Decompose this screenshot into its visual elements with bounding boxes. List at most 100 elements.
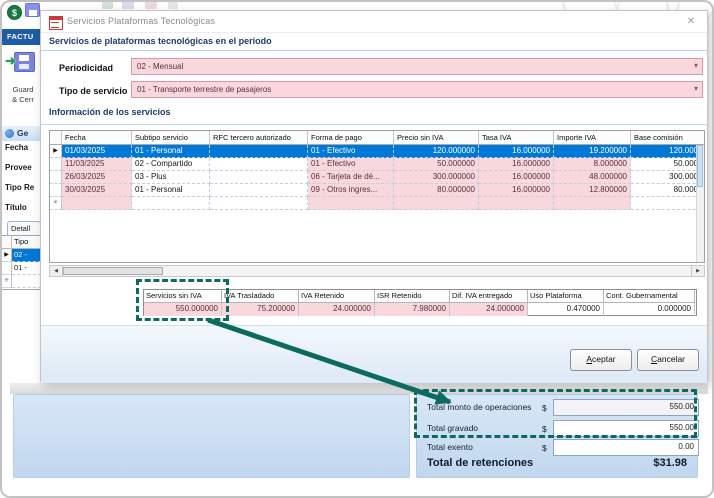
- aceptar-button[interactable]: Aceptar: [570, 349, 632, 371]
- column-header-subtipo-servicio[interactable]: Subtipo servicio: [132, 131, 210, 145]
- mini-grid-cell[interactable]: 01 -: [12, 262, 41, 275]
- grid-row-3[interactable]: 26/03/202503 - Plus 06 - Tarjeta de dé...…: [50, 171, 704, 184]
- grid-row-4[interactable]: 30/03/202501 - Personal 09 - Otros ingres…: [50, 184, 704, 197]
- grid-cell[interactable]: [210, 158, 308, 171]
- grid-cell[interactable]: 11/03/2025: [62, 158, 132, 171]
- scroll-left-icon[interactable]: ◀: [50, 266, 63, 276]
- mini-grid-row[interactable]: 01 -: [2, 262, 41, 275]
- grid-cell[interactable]: 01 - Efectivo: [308, 145, 394, 158]
- grid-cell[interactable]: [210, 184, 308, 197]
- section-divider: [41, 124, 707, 125]
- grid-cell[interactable]: 16.000000: [479, 145, 554, 158]
- column-header-base-comisi-n[interactable]: Base comisión: [631, 131, 705, 145]
- services-grid-header: FechaSubtipo servicioRFC tercero autoriz…: [50, 131, 704, 145]
- general-section-icon: [5, 129, 14, 138]
- periodicidad-combo[interactable]: 02 - Mensual ▾: [131, 58, 703, 75]
- grid-cell[interactable]: 01 - Personal: [132, 145, 210, 158]
- column-header-tasa-iva[interactable]: Tasa IVA: [479, 131, 554, 145]
- tab-detalle[interactable]: Detall: [7, 221, 41, 235]
- column-header-forma-de-pago[interactable]: Forma de pago: [308, 131, 394, 145]
- field-label-titulo: Título: [5, 203, 41, 212]
- mini-grid-new-row[interactable]: ✳: [2, 275, 41, 288]
- services-grid-body: ▶01/03/202501 - Personal01 - Efectivo120…: [50, 145, 704, 210]
- grid-cell[interactable]: [210, 197, 308, 210]
- grid-cell[interactable]: 16.000000: [479, 158, 554, 171]
- mini-grid-header-row: Tipo: [2, 236, 41, 249]
- grid-cell[interactable]: [479, 197, 554, 210]
- summary-column-iva-trasladado: IVA Trasladado: [222, 290, 299, 303]
- summary-value: 0.000000: [604, 303, 695, 316]
- grid-cell[interactable]: 50.000000: [394, 158, 479, 171]
- general-section-label: Ge: [17, 128, 28, 138]
- grid-row-1[interactable]: ▶01/03/202501 - Personal01 - Efectivo120…: [50, 145, 704, 158]
- grid-cell[interactable]: 8.000000: [554, 158, 631, 171]
- grid-cell[interactable]: [394, 197, 479, 210]
- row-selector-icon: ▶: [50, 145, 62, 158]
- grid-cell[interactable]: 06 - Tarjeta de dé...: [308, 171, 394, 184]
- horizontal-scrollbar[interactable]: ◀ ▶: [49, 265, 705, 277]
- ribbon-tab-factura[interactable]: FACTU: [2, 29, 41, 45]
- grid-cell[interactable]: 01 - Efectivo: [308, 158, 394, 171]
- tipo-servicio-combo[interactable]: 01 - Transporte terrestre de pasajeros ▾: [131, 81, 703, 98]
- grid-cell[interactable]: 01 - Personal: [132, 184, 210, 197]
- grid-cell[interactable]: 19.200000: [554, 145, 631, 158]
- grid-cell[interactable]: 02 - Compartido: [132, 158, 210, 171]
- grid-cell[interactable]: [132, 197, 210, 210]
- grid-cell[interactable]: 30/03/2025: [62, 184, 132, 197]
- grid-cell[interactable]: 09 - Otros ingres...: [308, 184, 394, 197]
- guardar-cerrar-button[interactable]: ➜ Guard & Cerr: [3, 47, 43, 109]
- grid-cell[interactable]: 03 - Plus: [132, 171, 210, 184]
- close-icon[interactable]: ✕: [681, 13, 701, 31]
- mini-grid-cell[interactable]: 02 -: [12, 249, 41, 262]
- grid-cell[interactable]: 12.800000: [554, 184, 631, 197]
- grid-new-row[interactable]: ✳: [50, 197, 704, 210]
- grid-cell[interactable]: [631, 197, 705, 210]
- grid-cell[interactable]: 80.00000: [631, 184, 705, 197]
- grid-cell[interactable]: 48.000000: [554, 171, 631, 184]
- grid-cell[interactable]: 50.00000: [631, 158, 705, 171]
- total-exento-label: Total exento: [427, 442, 473, 452]
- column-header-rfc-tercero-autorizado[interactable]: RFC tercero autorizado: [210, 131, 308, 145]
- grid-row-2[interactable]: 11/03/202502 - Compartido01 - Efectivo50…: [50, 158, 704, 171]
- grid-cell[interactable]: 120.000000: [394, 145, 479, 158]
- save-close-icon: [14, 52, 35, 72]
- dialog-title: Servicios Plataformas Tecnológicas: [67, 16, 215, 26]
- toolbar-button-label: & Cerr: [3, 95, 43, 104]
- row-selector-icon: [50, 171, 62, 184]
- row-selector-icon: [50, 184, 62, 197]
- dialog-titlebar[interactable]: Servicios Plataformas Tecnológicas ✕: [41, 11, 707, 33]
- chevron-down-icon[interactable]: ▾: [694, 84, 698, 93]
- dialog-subtitle-strip: Servicios de plataformas tecnológicas en…: [41, 33, 707, 51]
- grid-cell[interactable]: [210, 171, 308, 184]
- mini-grid-row[interactable]: ▶ 02 -: [2, 249, 41, 262]
- mini-grid-cell[interactable]: [12, 275, 41, 288]
- grid-cell[interactable]: 26/03/2025: [62, 171, 132, 184]
- grid-cell[interactable]: 120.00000: [631, 145, 705, 158]
- column-header-importe-iva[interactable]: Importe IVA: [554, 131, 631, 145]
- summary-column-isr-retenido: ISR Retenido: [375, 290, 450, 303]
- total-exento-field[interactable]: 0.00: [553, 439, 699, 456]
- grid-cell[interactable]: [554, 197, 631, 210]
- column-header-precio-sin-iva[interactable]: Precio sin IVA: [394, 131, 479, 145]
- grid-cell[interactable]: 80.000000: [394, 184, 479, 197]
- horizontal-scrollbar-thumb[interactable]: [63, 267, 163, 275]
- column-header-fecha[interactable]: Fecha: [62, 131, 132, 145]
- cancelar-button[interactable]: Cancelar: [637, 349, 699, 371]
- grid-cell[interactable]: 01/03/2025: [62, 145, 132, 158]
- grid-cell[interactable]: [62, 197, 132, 210]
- total-retenciones-value: $31.98: [653, 457, 687, 469]
- grid-cell[interactable]: [308, 197, 394, 210]
- grid-cell[interactable]: 16.000000: [479, 171, 554, 184]
- services-grid: FechaSubtipo servicioRFC tercero autoriz…: [49, 130, 705, 263]
- toolbar-icon-fragment: [168, 2, 178, 9]
- grid-cell[interactable]: 300.000000: [394, 171, 479, 184]
- vertical-scrollbar-thumb[interactable]: [697, 145, 703, 187]
- chevron-down-icon[interactable]: ▾: [694, 61, 698, 70]
- grid-cell[interactable]: 16.000000: [479, 184, 554, 197]
- grid-cell[interactable]: 300.00000: [631, 171, 705, 184]
- bottom-left-panel: [13, 394, 410, 478]
- vertical-scrollbar[interactable]: [696, 145, 704, 262]
- grid-cell[interactable]: [210, 145, 308, 158]
- scroll-right-icon[interactable]: ▶: [691, 266, 704, 276]
- green-arrow-icon: ➜: [5, 53, 16, 69]
